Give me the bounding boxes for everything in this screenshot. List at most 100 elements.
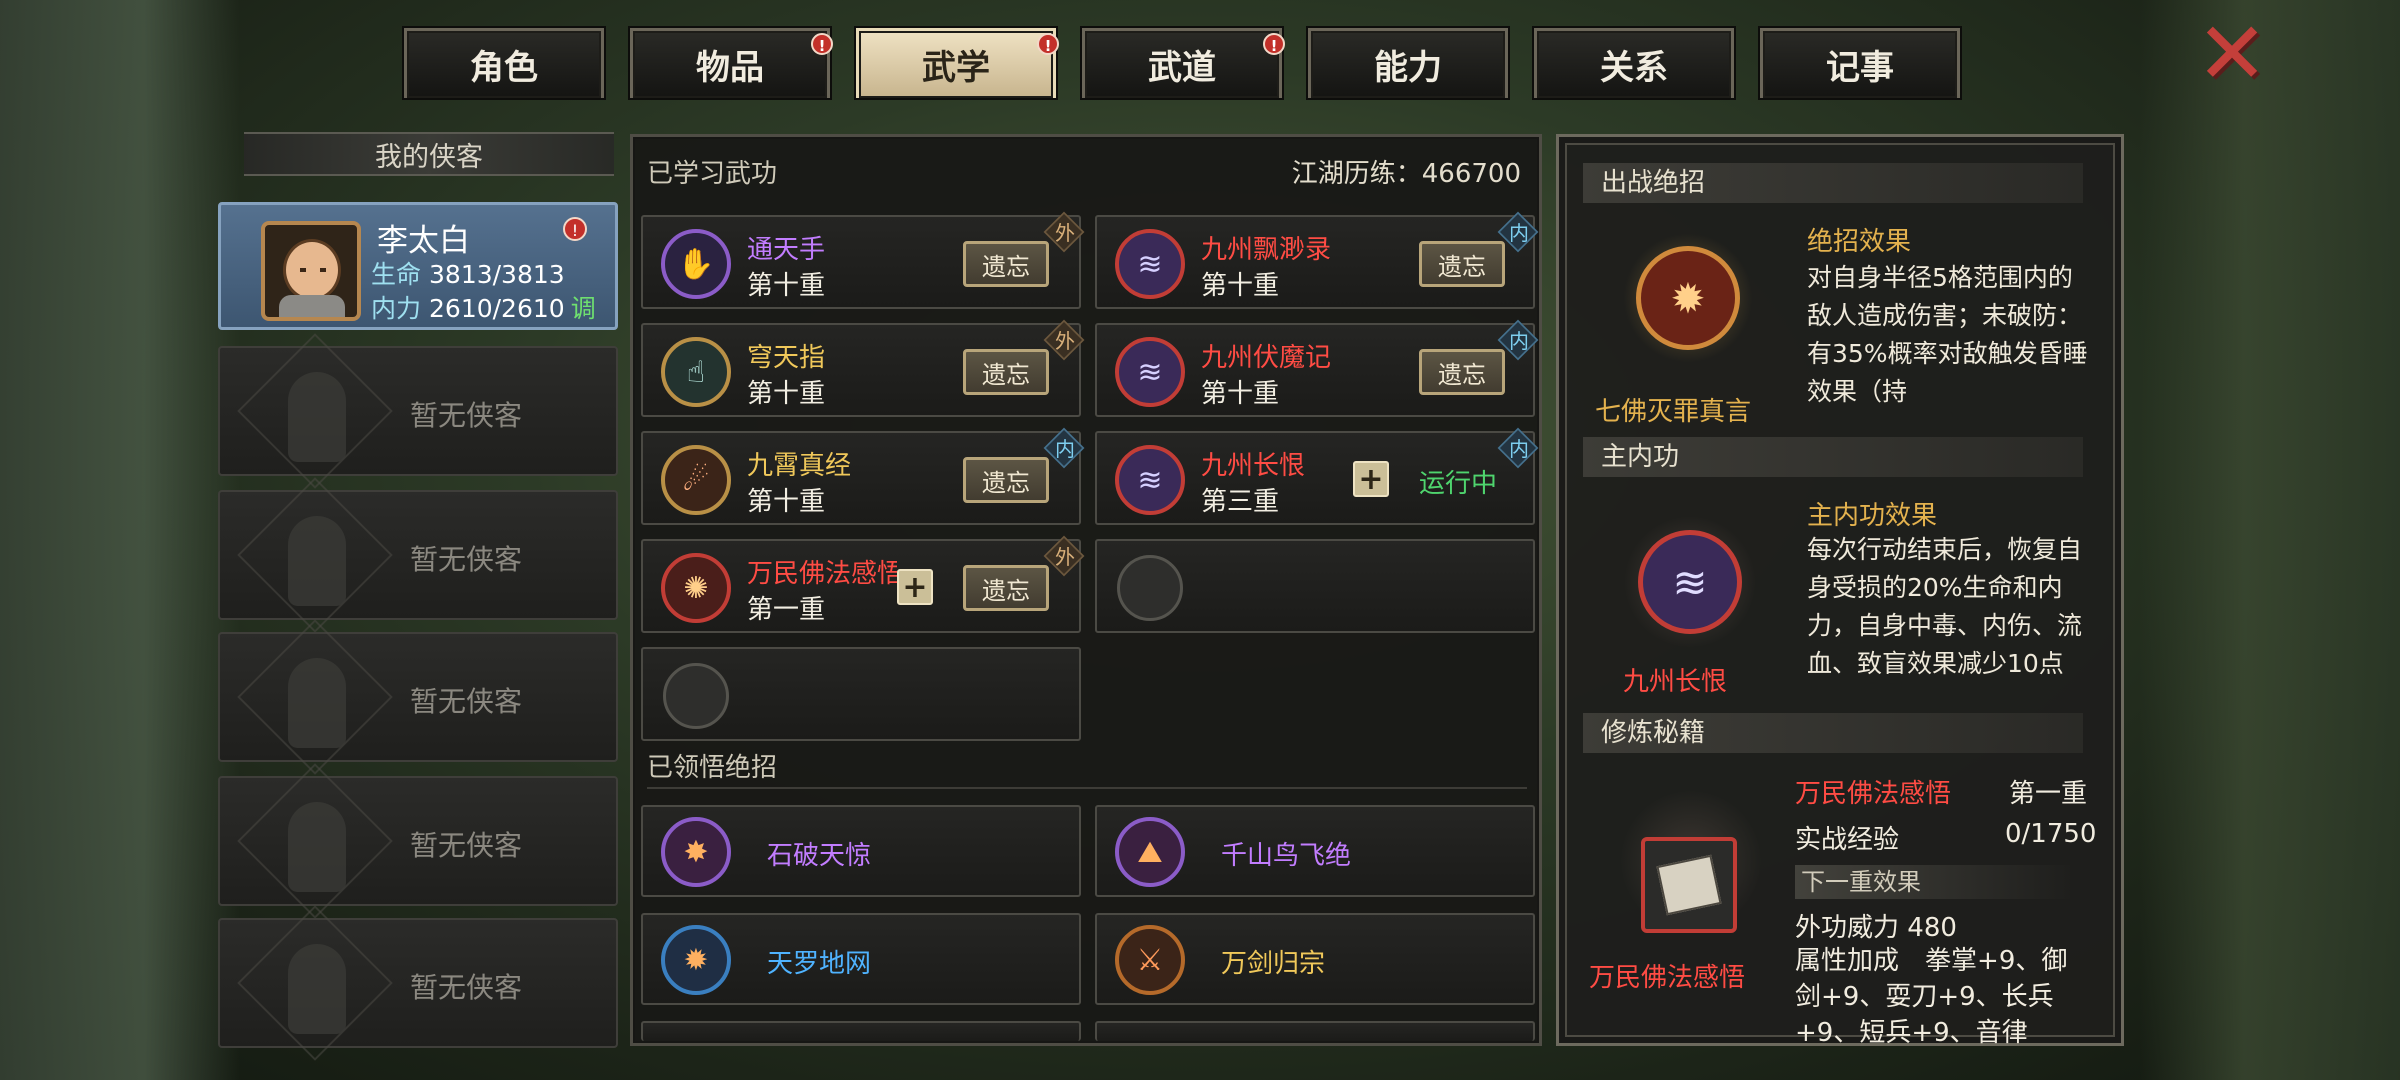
empty-skill-slot[interactable] bbox=[641, 647, 1081, 741]
character-slot-empty[interactable]: 暂无侠客 bbox=[218, 619, 618, 775]
tab-relations[interactable]: 关系 bbox=[1534, 28, 1734, 98]
skill-card[interactable]: ☄ 九霄真经 第十重 遗忘 内 bbox=[641, 427, 1085, 525]
character-slot-empty[interactable]: 暂无侠客 bbox=[218, 763, 618, 919]
insight-card[interactable]: ✹ 天罗地网 bbox=[641, 913, 1081, 1005]
silhouette-icon bbox=[288, 516, 346, 606]
character-slot-empty[interactable]: 暂无侠客 bbox=[218, 477, 618, 633]
swirl-icon: ☄ bbox=[661, 445, 731, 515]
tab-label: 能力 bbox=[1374, 48, 1442, 88]
power-value: 480 bbox=[1907, 913, 1957, 943]
outer-tag: 外 bbox=[1055, 545, 1075, 569]
book-page bbox=[1656, 854, 1722, 916]
skill-card[interactable]: ☝ 穹天指 第十重 遗忘 外 bbox=[641, 319, 1085, 417]
forget-button[interactable]: 遗忘 bbox=[963, 241, 1049, 287]
mp-label: 内力 bbox=[371, 294, 422, 323]
running-status: 运行中 bbox=[1419, 469, 1498, 499]
book-name: 万民佛法感悟 bbox=[1795, 779, 1952, 809]
mountain-icon: ⛰ bbox=[1115, 817, 1185, 887]
tab-label: 记事 bbox=[1826, 48, 1894, 88]
tab-abilities[interactable]: 能力 bbox=[1308, 28, 1508, 98]
ultimate-icon-frame[interactable]: ✹ bbox=[1623, 233, 1753, 363]
forget-button[interactable]: 遗忘 bbox=[963, 565, 1049, 611]
main-icon-frame[interactable]: ≋ bbox=[1625, 517, 1755, 647]
alert-badge: ! bbox=[563, 217, 587, 241]
tune-button[interactable]: 调 bbox=[571, 294, 596, 323]
book-name-caption: 万民佛法感悟 bbox=[1589, 963, 1746, 993]
tab-journal[interactable]: 记事 bbox=[1760, 28, 1960, 98]
forget-button[interactable]: 遗忘 bbox=[963, 457, 1049, 503]
skill-level: 第十重 bbox=[747, 379, 826, 409]
main-effect-label: 主内功效果 bbox=[1807, 501, 1938, 531]
waterfall-icon: ≋ bbox=[1115, 337, 1185, 407]
exp-label: 实战经验 bbox=[1795, 825, 1900, 855]
skill-level: 第三重 bbox=[1201, 487, 1280, 517]
lotus-icon: ✺ bbox=[661, 553, 731, 623]
insight-card-partial bbox=[1095, 1021, 1535, 1041]
tab-label: 武学 bbox=[922, 48, 990, 88]
exp-value: 0/1750 bbox=[2005, 819, 2097, 849]
attr-row: 属性加成 拳掌+9、御剑+9、耍刀+9、长兵+9、短兵+9、音律 bbox=[1795, 943, 2093, 1053]
power-label: 外功威力 bbox=[1795, 913, 1900, 943]
hp-row: 生命 3813/3813 bbox=[371, 255, 565, 291]
alert-badge: ! bbox=[811, 33, 833, 55]
insight-card[interactable]: ✸ 石破天惊 bbox=[641, 805, 1081, 897]
character-slot-selected[interactable]: 李太白 ! 生命 3813/3813 内力 2610/2610 调 bbox=[218, 202, 618, 330]
empty-slot-icon bbox=[663, 663, 729, 729]
plus-button[interactable]: + bbox=[897, 569, 933, 605]
sun-icon: ✹ bbox=[1636, 246, 1740, 350]
skill-card[interactable]: ≋ 九州长恨 第三重 + 运行中 内 bbox=[1095, 427, 1539, 525]
hp-value: 3813/3813 bbox=[429, 260, 565, 289]
detail-panel: 出战绝招 ✹ 七佛灭罪真言 绝招效果 对自身半径5格范围内的敌人造成伤害；未破防… bbox=[1556, 134, 2124, 1048]
inner-tag: 内 bbox=[1055, 437, 1075, 461]
silhouette-icon bbox=[288, 372, 346, 462]
character-slot-empty[interactable]: 暂无侠客 bbox=[218, 333, 618, 489]
skill-name: 九州长恨 bbox=[1201, 451, 1306, 481]
forget-button[interactable]: 遗忘 bbox=[1419, 241, 1505, 287]
cultivate-section-title: 修炼秘籍 bbox=[1583, 713, 2083, 753]
insight-card[interactable]: ⚔ 万剑归宗 bbox=[1095, 913, 1535, 1005]
swords-icon: ⚔ bbox=[1115, 925, 1185, 995]
skill-card[interactable]: ≋ 九州伏魔记 第十重 遗忘 内 bbox=[1095, 319, 1539, 417]
inner-tag: 内 bbox=[1509, 329, 1529, 353]
net-icon: ✹ bbox=[661, 925, 731, 995]
waterfall-icon: ≋ bbox=[1638, 530, 1742, 634]
empty-slot-icon bbox=[1117, 555, 1183, 621]
skill-card[interactable]: ≋ 九州飘渺录 第十重 遗忘 内 bbox=[1095, 211, 1539, 309]
hand-icon: ✋ bbox=[661, 229, 731, 299]
silhouette-icon bbox=[288, 802, 346, 892]
skill-name: 九州飘渺录 bbox=[1201, 235, 1332, 265]
inner-tag: 内 bbox=[1509, 221, 1529, 245]
insight-name: 天罗地网 bbox=[767, 949, 872, 979]
insight-name: 万剑归宗 bbox=[1221, 949, 1326, 979]
tab-martial-way[interactable]: 武道! bbox=[1082, 28, 1285, 98]
outer-tag: 外 bbox=[1055, 221, 1075, 245]
attr-label: 属性加成 bbox=[1795, 946, 1900, 976]
skill-card[interactable]: ✋ 通天手 第十重 遗忘 外 bbox=[641, 211, 1085, 309]
empty-skill-slot[interactable] bbox=[1095, 539, 1535, 633]
avatar-face bbox=[283, 239, 341, 301]
forget-button[interactable]: 遗忘 bbox=[963, 349, 1049, 395]
insight-name: 千山鸟飞绝 bbox=[1221, 841, 1352, 871]
forget-button[interactable]: 遗忘 bbox=[1419, 349, 1505, 395]
skill-name: 万民佛法感悟 bbox=[747, 559, 897, 589]
avatar-robe bbox=[279, 295, 345, 317]
mp-value: 2610/2610 bbox=[429, 294, 565, 323]
silhouette-icon bbox=[288, 944, 346, 1034]
hp-label: 生命 bbox=[371, 260, 422, 289]
skill-card[interactable]: ✺ 万民佛法感悟 第一重 + 遗忘 外 bbox=[641, 535, 1085, 633]
tab-items[interactable]: 物品! bbox=[630, 28, 833, 98]
empty-slot-label: 暂无侠客 bbox=[410, 685, 523, 718]
main-name: 九州长恨 bbox=[1623, 667, 1728, 697]
background-left bbox=[0, 0, 240, 1080]
tab-martial-arts[interactable]: 武学! bbox=[856, 28, 1059, 98]
insight-card[interactable]: ⛰ 千山鸟飞绝 bbox=[1095, 805, 1535, 897]
waterfall-icon: ≋ bbox=[1115, 445, 1185, 515]
finger-icon: ☝ bbox=[661, 337, 731, 407]
book-icon[interactable] bbox=[1641, 837, 1737, 933]
character-slot-empty[interactable]: 暂无侠客 bbox=[218, 905, 618, 1061]
tab-character[interactable]: 角色 bbox=[404, 28, 604, 98]
skill-name: 九霄真经 bbox=[747, 451, 852, 481]
close-icon[interactable]: ✕ bbox=[2196, 11, 2268, 97]
plus-button[interactable]: + bbox=[1353, 461, 1389, 497]
burst-icon: ✸ bbox=[661, 817, 731, 887]
